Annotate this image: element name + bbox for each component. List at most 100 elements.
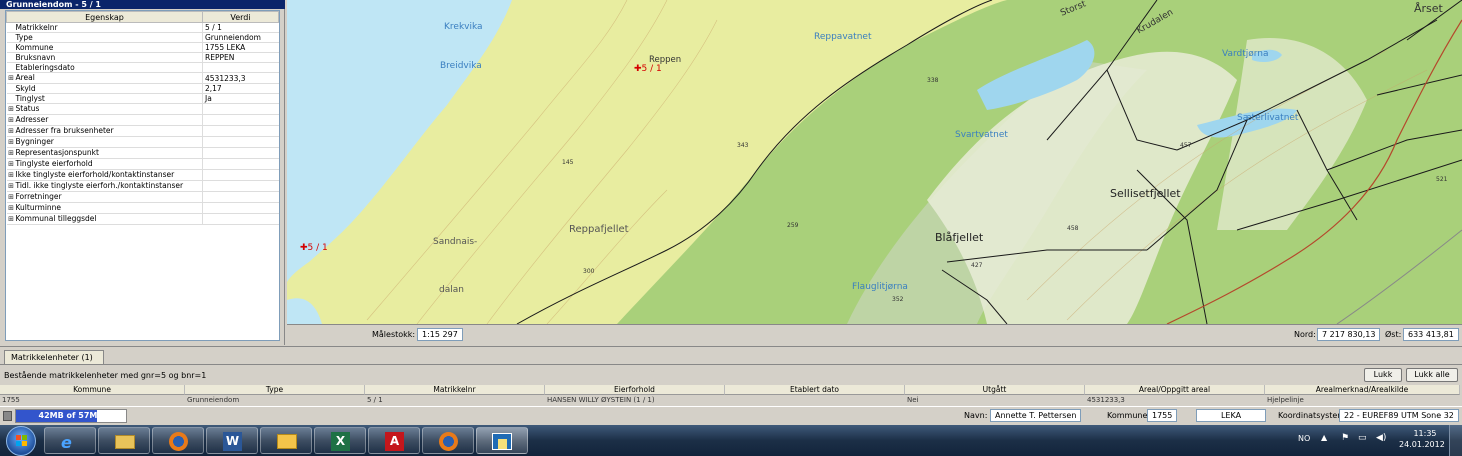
property-row[interactable]: Bruksnavn REPPEN (6, 52, 279, 63)
tab-matrikkelenheter[interactable]: Matrikkelenheter (1) (4, 350, 104, 364)
property-label-cell: ⊞ Tidl. ikke tinglyste eierforh./kontakti… (6, 180, 203, 192)
results-cell[interactable]: Grunneiendom (185, 396, 365, 404)
clock-date[interactable]: 24.01.2012 (1399, 440, 1445, 449)
results-cell[interactable]: HANSEN WILLY ØYSTEIN (1 / 1) (545, 396, 725, 404)
map-canvas[interactable] (287, 0, 1462, 324)
results-column-header[interactable]: Eierforhold (545, 385, 725, 395)
expand-icon[interactable]: ⊞ (7, 193, 16, 202)
file-explorer-icon[interactable] (98, 427, 150, 454)
property-label-cell: ⊞ Areal (6, 72, 203, 84)
status-bar: 42MB of 57MB Navn: Annette T. Pettersen … (0, 406, 1462, 425)
property-row[interactable]: Type Grunneiendom (6, 32, 279, 43)
property-row[interactable]: Kommune 1755 LEKA (6, 42, 279, 53)
expand-icon[interactable]: ⊞ (7, 204, 16, 213)
results-cell[interactable]: 5 / 1 (365, 396, 545, 404)
column-header-value[interactable]: Verdi (202, 11, 279, 23)
results-cell[interactable]: 4531233,3 (1085, 396, 1265, 404)
map-view[interactable]: Krekvika Breidvika Reppen ✚5 / 1 ✚5 / 1 … (287, 0, 1462, 324)
property-value (202, 169, 279, 181)
scale-field[interactable]: 1:15 297 (417, 328, 463, 341)
property-row[interactable]: ⊞ Representasjonspunkt (6, 147, 279, 159)
kommune-number-field: 1755 (1147, 409, 1178, 422)
property-row[interactable]: ⊞ Adresser (6, 114, 279, 126)
property-label-cell: Etableringsdato (6, 62, 203, 73)
expand-icon[interactable]: ⊞ (7, 160, 16, 169)
property-label: Tinglyste eierforhold (15, 159, 93, 168)
results-column-header[interactable]: Areal/Oppgitt areal (1085, 385, 1265, 395)
coord-field[interactable]: 22 - EUREF89 UTM Sone 32 (1339, 409, 1459, 422)
property-row[interactable]: Etableringsdato (6, 62, 279, 73)
memory-bar: 42MB of 57MB (15, 409, 127, 423)
close-all-button[interactable]: Lukk alle (1406, 368, 1458, 382)
windows-start-icon[interactable] (6, 426, 36, 456)
show-desktop-button[interactable] (1449, 425, 1462, 456)
volume-icon[interactable]: ◀) (1376, 433, 1386, 443)
property-label: Type (15, 33, 33, 42)
property-label: Adresser (15, 115, 49, 124)
expand-icon[interactable]: ⊞ (7, 215, 16, 224)
property-row[interactable]: ⊞ Ikke tinglyste eierforhold/kontaktinsta… (6, 169, 279, 181)
property-row[interactable]: ⊞ Adresser fra bruksenheter (6, 125, 279, 137)
kommune-name-field: LEKA (1196, 409, 1266, 422)
property-row[interactable]: ⊞ Forretninger (6, 191, 279, 203)
property-row[interactable]: Tinglyst Ja (6, 93, 279, 104)
expand-icon[interactable]: ⊞ (7, 127, 16, 136)
results-column-header[interactable]: Etablert dato (725, 385, 905, 395)
property-row[interactable]: ⊞ Areal 4531233,3 (6, 72, 279, 84)
property-row[interactable]: ⊞ Status (6, 103, 279, 115)
results-column-header[interactable]: Matrikkelnr (365, 385, 545, 395)
results-column-header[interactable]: Kommune (0, 385, 185, 395)
parcel-marker-west[interactable]: ✚5 / 1 (300, 243, 328, 253)
property-row[interactable]: ⊞ Kommunal tilleggsdel (6, 213, 279, 225)
property-row[interactable]: ⊞ Kulturminne (6, 202, 279, 214)
map-label-svartvatnet: Svartvatnet (955, 130, 1008, 140)
excel-icon[interactable]: X (314, 427, 366, 454)
language-indicator[interactable]: NO (1298, 434, 1310, 443)
property-row[interactable]: ⊞ Bygninger (6, 136, 279, 148)
expand-icon[interactable]: ⊞ (7, 138, 16, 147)
firefox-window-icon[interactable] (422, 427, 474, 454)
property-row[interactable]: Skyld 2,17 (6, 83, 279, 94)
east-label: Øst: (1385, 330, 1402, 339)
map-height-338: 338 (927, 77, 939, 84)
expand-icon[interactable]: ⊞ (7, 105, 16, 114)
property-value: 5 / 1 (202, 22, 279, 33)
results-cell[interactable]: Hjelpelinje (1265, 396, 1460, 404)
map-label-dalan: dalan (439, 285, 464, 295)
results-column-header[interactable]: Arealmerknad/Arealkilde (1265, 385, 1460, 395)
property-label: Kulturminne (15, 203, 62, 212)
results-column-header[interactable]: Utgått (905, 385, 1085, 395)
property-value (202, 136, 279, 148)
trash-icon[interactable] (3, 411, 12, 421)
results-cell[interactable]: Nei (905, 396, 1085, 404)
action-center-flag-icon[interactable]: ⚑ (1341, 433, 1349, 443)
scale-label: Målestokk: (372, 330, 416, 339)
gis-app-icon[interactable] (476, 427, 528, 454)
parcel-marker-reppen[interactable]: ✚5 / 1 (634, 64, 662, 74)
results-cell[interactable]: 1755 (0, 396, 185, 404)
property-label: Areal (15, 73, 35, 82)
close-button[interactable]: Lukk (1364, 368, 1402, 382)
property-row[interactable]: Matrikkelnr 5 / 1 (6, 22, 279, 33)
results-cell[interactable] (725, 396, 905, 404)
show-hidden-icons-icon[interactable]: ▲ (1321, 433, 1327, 442)
expand-icon[interactable]: ⊞ (7, 149, 16, 158)
column-header-property[interactable]: Egenskap (6, 11, 203, 23)
clock-time[interactable]: 11:35 (1407, 429, 1443, 438)
property-row[interactable]: ⊞ Tinglyste eierforhold (6, 158, 279, 170)
outlook-icon[interactable] (260, 427, 312, 454)
expand-icon[interactable]: ⊞ (7, 171, 16, 180)
acrobat-icon[interactable]: A (368, 427, 420, 454)
map-status-bar: Målestokk: 1:15 297 Nord: 7 217 830,13 Ø… (287, 324, 1462, 344)
internet-explorer-icon[interactable]: e (44, 427, 96, 454)
expand-icon[interactable]: ⊞ (7, 74, 16, 83)
expand-icon[interactable]: ⊞ (7, 116, 16, 125)
network-icon[interactable]: ▭ (1358, 433, 1367, 443)
word-icon[interactable]: W (206, 427, 258, 454)
map-height-259: 259 (787, 222, 799, 229)
expand-icon[interactable]: ⊞ (7, 182, 16, 191)
firefox-icon[interactable] (152, 427, 204, 454)
property-row[interactable]: ⊞ Tidl. ikke tinglyste eierforh./kontakti… (6, 180, 279, 192)
sea-area-south (287, 298, 322, 324)
results-column-header[interactable]: Type (185, 385, 365, 395)
